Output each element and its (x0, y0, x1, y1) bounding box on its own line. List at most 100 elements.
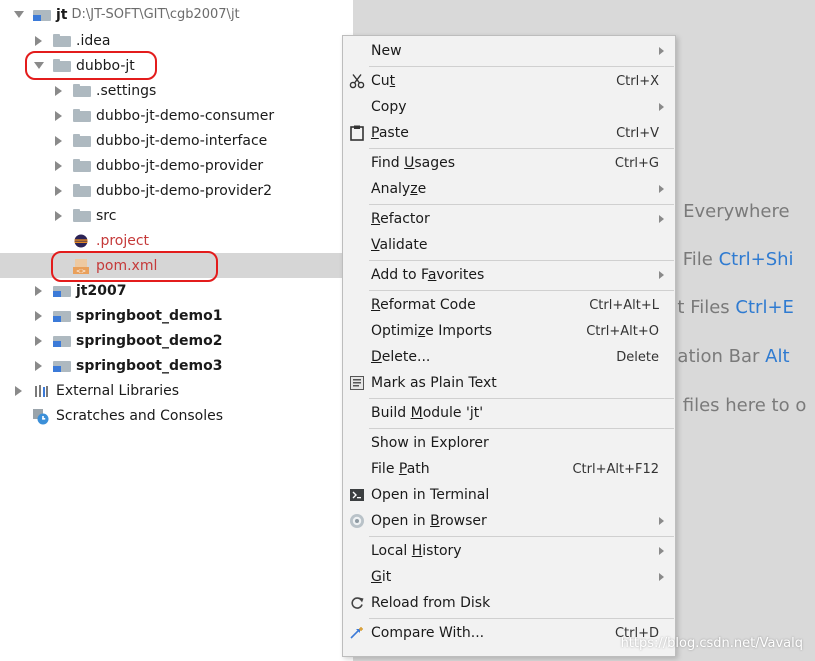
tree-item-dubbo-jt-demo-provider[interactable]: dubbo-jt-demo-provider (0, 153, 353, 178)
submenu-arrow-icon (659, 517, 664, 525)
tree-root-jt[interactable]: jt D:\JT-SOFT\GIT\cgb2007\jt (0, 2, 353, 27)
chevron-down-icon[interactable] (13, 9, 25, 21)
terminal-icon (348, 486, 366, 504)
tree-item-label: dubbo-jt-demo-consumer (96, 107, 275, 124)
chevron-right-icon[interactable] (33, 310, 45, 322)
menu-item-optimize-imports[interactable]: Optimize Imports Ctrl+Alt+O (343, 318, 675, 344)
menu-separator (369, 204, 674, 205)
tree-item-dubbo-jt-demo-provider2[interactable]: dubbo-jt-demo-provider2 (0, 178, 353, 203)
scissors-icon (348, 72, 366, 90)
menu-item-new[interactable]: New (343, 38, 675, 64)
submenu-arrow-icon (659, 215, 664, 223)
menu-item-paste[interactable]: Paste Ctrl+V (343, 120, 675, 146)
menu-item-reformat-code[interactable]: Reformat Code Ctrl+Alt+L (343, 292, 675, 318)
tree-item-label: springboot_demo3 (76, 357, 223, 374)
tree-item-label: .project (96, 232, 150, 249)
tree-item-label: dubbo-jt-demo-interface (96, 132, 268, 149)
menu-separator (369, 428, 674, 429)
menu-item-cut[interactable]: Cut Ctrl+X (343, 68, 675, 94)
menu-item-git[interactable]: Git (343, 564, 675, 590)
tree-item-label: dubbo-jt-demo-provider (96, 157, 264, 174)
chevron-right-icon[interactable] (53, 85, 65, 97)
highlight-box-pom-xml (51, 251, 218, 282)
tree-item-springboot-demo2[interactable]: springboot_demo2 (0, 328, 353, 353)
submenu-arrow-icon (659, 271, 664, 279)
menu-item-file-path[interactable]: File Path Ctrl+Alt+F12 (343, 456, 675, 482)
chevron-right-icon[interactable] (33, 335, 45, 347)
scratches-icon (33, 408, 51, 424)
tree-item-project-file[interactable]: .project (0, 228, 353, 253)
tree-item-label: springboot_demo2 (76, 332, 223, 349)
editor-hint-drop-files: o files here to o (666, 395, 807, 416)
tree-item-label: springboot_demo1 (76, 307, 223, 324)
editor-hint-recent-files: nt Files Ctrl+E (666, 297, 794, 318)
plain-text-icon (348, 374, 366, 392)
editor-hint-navigation-bar: gation Bar Alt (666, 346, 790, 367)
tree-item-springboot-demo1[interactable]: springboot_demo1 (0, 303, 353, 328)
chevron-right-icon[interactable] (33, 360, 45, 372)
module-folder-icon (53, 286, 71, 297)
menu-item-find-usages[interactable]: Find Usages Ctrl+G (343, 150, 675, 176)
tree-item-springboot-demo3[interactable]: springboot_demo3 (0, 353, 353, 378)
eclipse-project-icon (73, 234, 91, 248)
tree-item-label: Scratches and Consoles (56, 407, 223, 424)
folder-icon (73, 159, 91, 172)
menu-item-refactor[interactable]: Refactor (343, 206, 675, 232)
chevron-right-icon[interactable] (53, 185, 65, 197)
menu-item-validate[interactable]: Validate (343, 232, 675, 258)
menu-item-copy[interactable]: Copy (343, 94, 675, 120)
tree-item-src[interactable]: src (0, 203, 353, 228)
module-folder-icon (53, 311, 71, 322)
menu-separator (369, 398, 674, 399)
chevron-right-icon[interactable] (53, 210, 65, 222)
folder-icon (53, 34, 71, 47)
context-menu[interactable]: New Cut Ctrl+X Copy Paste Ctrl+V Find Us… (342, 35, 676, 657)
menu-item-open-in-browser[interactable]: Open in Browser (343, 508, 675, 534)
chevron-right-icon[interactable] (13, 385, 25, 397)
tree-item-label: jt2007 (76, 282, 127, 299)
folder-icon (73, 209, 91, 222)
menu-item-build-module[interactable]: Build Module 'jt' (343, 400, 675, 426)
tree-item-label: .settings (96, 82, 157, 99)
menu-separator (369, 148, 674, 149)
menu-separator (369, 66, 674, 67)
menu-item-add-to-favorites[interactable]: Add to Favorites (343, 262, 675, 288)
editor-hint-go-to-file: o File Ctrl+Shi (666, 249, 794, 270)
highlight-box-dubbo-jt (25, 51, 157, 80)
tree-item-scratches-and-consoles[interactable]: Scratches and Consoles (0, 403, 353, 428)
tree-item-external-libraries[interactable]: External Libraries (0, 378, 353, 403)
tree-item-settings[interactable]: .settings (0, 78, 353, 103)
submenu-arrow-icon (659, 547, 664, 555)
project-tree[interactable]: jt D:\JT-SOFT\GIT\cgb2007\jt .idea dubbo… (0, 0, 353, 661)
folder-icon (73, 184, 91, 197)
menu-item-delete[interactable]: Delete... Delete (343, 344, 675, 370)
chevron-right-icon[interactable] (33, 285, 45, 297)
chevron-right-icon[interactable] (53, 160, 65, 172)
tree-item-dubbo-jt-demo-interface[interactable]: dubbo-jt-demo-interface (0, 128, 353, 153)
menu-item-local-history[interactable]: Local History (343, 538, 675, 564)
submenu-arrow-icon (659, 103, 664, 111)
menu-item-mark-as-plain-text[interactable]: Mark as Plain Text (343, 370, 675, 396)
watermark-text: https://blog.csdn.net/Vavalq (620, 636, 803, 651)
library-icon (33, 384, 51, 398)
tree-item-dubbo-jt-demo-consumer[interactable]: dubbo-jt-demo-consumer (0, 103, 353, 128)
menu-item-reload-from-disk[interactable]: Reload from Disk (343, 590, 675, 616)
chevron-right-icon[interactable] (53, 110, 65, 122)
chevron-right-icon[interactable] (33, 35, 45, 47)
menu-item-open-in-terminal[interactable]: Open in Terminal (343, 482, 675, 508)
folder-icon (73, 109, 91, 122)
globe-icon (348, 512, 366, 530)
editor-hint-search-everywhere: h Everywhere (666, 201, 790, 222)
module-folder-icon (33, 10, 51, 21)
tree-item-label: External Libraries (56, 382, 179, 399)
menu-item-analyze[interactable]: Analyze (343, 176, 675, 202)
chevron-right-icon[interactable] (53, 135, 65, 147)
menu-separator (369, 260, 674, 261)
menu-item-show-in-explorer[interactable]: Show in Explorer (343, 430, 675, 456)
menu-separator (369, 290, 674, 291)
tree-item-path: D:\JT-SOFT\GIT\cgb2007\jt (71, 7, 240, 22)
submenu-arrow-icon (659, 185, 664, 193)
submenu-arrow-icon (659, 573, 664, 581)
tree-item-idea[interactable]: .idea (0, 28, 353, 53)
submenu-arrow-icon (659, 47, 664, 55)
